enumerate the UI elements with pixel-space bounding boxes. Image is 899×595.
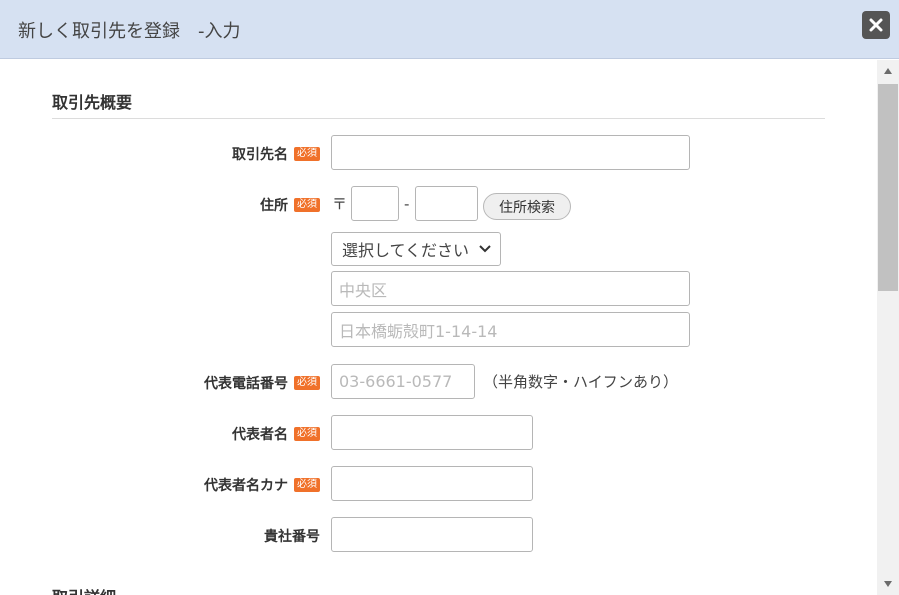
label-text: 代表者名 — [232, 427, 288, 443]
close-button[interactable] — [862, 11, 890, 39]
zip-code-second-input[interactable] — [415, 186, 478, 221]
label-rep-name: 代表者名 必須 — [232, 424, 320, 444]
phone-input[interactable]: 03-6661-0577 — [331, 364, 475, 399]
required-badge: 必須 — [294, 427, 320, 441]
required-badge: 必須 — [294, 198, 320, 212]
dialog-title: 新しく取引先を登録 -入力 — [18, 21, 241, 42]
street-address-input[interactable]: 日本橋蛎殻町1-14-14 — [331, 312, 690, 347]
label-company-name: 取引先名 必須 — [232, 144, 320, 164]
vertical-scrollbar[interactable] — [877, 60, 899, 595]
section-title-overview: 取引先概要 — [52, 93, 133, 112]
chevron-down-icon — [479, 245, 491, 253]
required-badge: 必須 — [294, 478, 320, 492]
rep-name-input[interactable] — [331, 415, 533, 450]
label-text: 取引先名 — [232, 147, 288, 163]
phone-format-hint: （半角数字・ハイフンあり） — [483, 373, 679, 391]
required-badge: 必須 — [294, 376, 320, 390]
register-partner-dialog: 新しく取引先を登録 -入力 取引先概要 取引先名 必須 住所 必須 〒 - 住所… — [0, 0, 899, 595]
city-input[interactable]: 中央区 — [331, 271, 690, 306]
section-title-details: 取引詳細 — [52, 584, 116, 595]
dialog-header: 新しく取引先を登録 -入力 — [0, 0, 899, 59]
triangle-down-icon — [884, 581, 892, 587]
label-text: 代表電話番号 — [204, 376, 288, 392]
label-phone: 代表電話番号 必須 — [204, 373, 320, 393]
scroll-down-button[interactable] — [877, 573, 899, 595]
label-text: 住所 — [260, 198, 288, 214]
required-badge: 必須 — [294, 147, 320, 161]
postal-mark: 〒 — [332, 195, 348, 213]
label-text: 代表者名カナ — [204, 478, 288, 494]
zip-code-first-input[interactable] — [351, 186, 399, 221]
label-rep-kana: 代表者名カナ 必須 — [204, 475, 320, 495]
label-address: 住所 必須 — [260, 195, 320, 215]
company-name-input[interactable] — [331, 135, 690, 170]
address-search-button[interactable]: 住所検索 — [483, 193, 571, 220]
label-corp-number: 貴社番号 — [264, 526, 320, 546]
scroll-up-button[interactable] — [877, 60, 899, 82]
prefecture-selected-value: 選択してください — [342, 241, 470, 260]
prefecture-select[interactable]: 選択してください — [331, 232, 501, 266]
scroll-thumb[interactable] — [878, 84, 898, 291]
corp-number-input[interactable] — [331, 517, 533, 552]
section-divider — [52, 118, 825, 119]
label-text: 貴社番号 — [264, 529, 320, 545]
rep-kana-input[interactable] — [331, 466, 533, 501]
triangle-up-icon — [884, 68, 892, 74]
close-icon — [869, 18, 883, 32]
dialog-body: 取引先概要 取引先名 必須 住所 必須 〒 - 住所検索 選択してください 中央… — [0, 60, 877, 595]
zip-separator: - — [404, 195, 410, 213]
